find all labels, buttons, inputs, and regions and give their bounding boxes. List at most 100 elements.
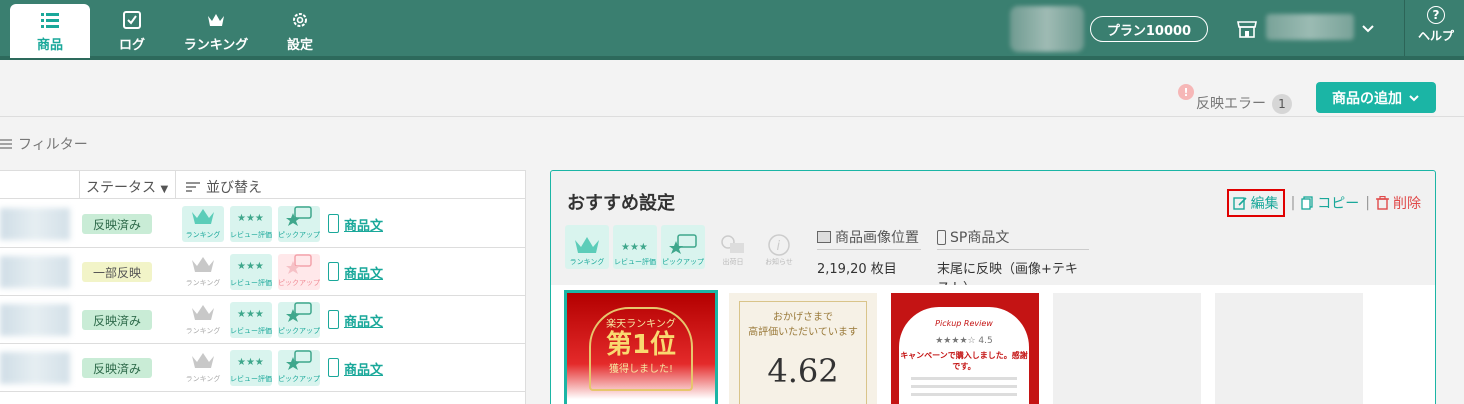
copy-button[interactable]: コピー: [1301, 193, 1359, 213]
checkbox-icon: [123, 10, 141, 29]
crown-icon: [189, 302, 217, 326]
pickup-badge[interactable]: ピックアップ: [278, 206, 320, 242]
product-name[interactable]: [0, 304, 70, 336]
smartphone-icon: [328, 214, 339, 233]
product-table: ステータス ▼ 並び替え 反映済み ランキング ★★★ レビュー評価 ピックアップ 商品文…: [0, 170, 526, 404]
ranking-badge[interactable]: ランキング: [182, 206, 224, 242]
panel-badge-release: 出荷日: [711, 225, 755, 269]
pickup-card: Pickup Review ★★★★☆ 4.5 キャンペーンで購入しました。感謝…: [899, 307, 1029, 404]
thumbnail-empty[interactable]: [1215, 293, 1363, 404]
pickup-star-icon: [285, 302, 313, 326]
ranking-emblem: 楽天ランキング 第1位 獲得しました!: [589, 307, 693, 391]
product-name[interactable]: [0, 256, 70, 288]
delete-button[interactable]: 削除: [1376, 193, 1421, 213]
image-position-label: 商品画像位置: [835, 230, 919, 246]
nav-divider: [1404, 0, 1405, 56]
pickup-star-icon: [285, 350, 313, 374]
pickup-badge[interactable]: ピックアップ: [278, 254, 320, 290]
badge-label: ランキング: [185, 231, 221, 239]
tab-products[interactable]: 商品: [10, 4, 90, 58]
table-row[interactable]: 反映済み ランキング ★★★ レビュー評価 ピックアップ 商品文: [0, 296, 526, 344]
chevron-down-icon[interactable]: [1360, 20, 1376, 36]
ranking-badge[interactable]: ランキング: [182, 350, 224, 386]
add-product-button[interactable]: 商品の追加: [1316, 82, 1436, 113]
shop-icon[interactable]: [1236, 18, 1258, 40]
table-row[interactable]: 一部反映 ランキング ★★★ レビュー評価 ピックアップ 商品文: [0, 248, 526, 296]
stars-icon: ★★★: [237, 350, 265, 374]
panel-badge-ranking: ランキング: [565, 225, 609, 269]
smartphone-icon: [328, 262, 339, 281]
user-avatar[interactable]: [1010, 6, 1084, 52]
panel-badge-review: ★★★ レビュー評価: [613, 225, 657, 269]
review-badge[interactable]: ★★★ レビュー評価: [230, 302, 272, 338]
filter-label: フィルター: [18, 137, 88, 153]
badge-label: レビュー評価: [230, 279, 272, 287]
thumbnail-ranking[interactable]: 楽天ランキング 第1位 獲得しました!: [564, 290, 718, 404]
gear-icon: [293, 12, 307, 27]
panel-title: おすすめ設定: [567, 193, 675, 214]
tab-settings[interactable]: 設定: [260, 4, 340, 58]
badge-label: ランキング: [185, 327, 221, 335]
thumbnail-review-score[interactable]: おかげさまで 高評価いただいています 4.62: [729, 293, 877, 404]
product-name[interactable]: [0, 352, 70, 384]
product-text-link[interactable]: 商品文: [344, 263, 383, 282]
pickup-star-icon: [669, 234, 697, 254]
separator: |: [1365, 195, 1370, 211]
review-score: 4.62: [767, 352, 839, 390]
stars-icon: ★★★: [237, 206, 265, 230]
filter-button[interactable]: フィルター: [0, 134, 88, 154]
help-label: ヘルプ: [1417, 29, 1454, 43]
badge-label: レビュー評価: [614, 258, 656, 266]
edit-icon: [1232, 197, 1247, 210]
table-row[interactable]: 反映済みランキング ★★★ レビュー評価 ピックアップ 商品文: [0, 200, 526, 248]
review-badge[interactable]: ★★★ レビュー評価: [230, 254, 272, 290]
status-header-label: ステータス: [86, 180, 156, 196]
table-header: ステータス ▼ 並び替え: [0, 171, 526, 199]
review-badge[interactable]: ★★★ レビュー評価: [230, 350, 272, 386]
help-button[interactable]: ? ヘルプ: [1408, 6, 1464, 50]
smartphone-icon: [328, 358, 339, 377]
product-text-link[interactable]: 商品文: [344, 215, 383, 234]
stars-icon: ★★★: [621, 242, 648, 253]
thumbnail-text: 第1位: [605, 330, 677, 360]
error-label: 反映エラー: [1196, 96, 1266, 112]
sort-button[interactable]: 並び替え: [186, 177, 262, 197]
badge-label: ピックアップ: [278, 231, 320, 239]
status-column-header[interactable]: ステータス ▼: [86, 177, 168, 197]
badge-label: ピックアップ: [278, 375, 320, 383]
text-lines: [899, 377, 1029, 396]
chevron-down-icon: [1409, 94, 1419, 101]
stars-icon: ★★★: [237, 254, 265, 278]
shop-name[interactable]: [1266, 14, 1354, 40]
crown-icon: [575, 237, 599, 253]
question-icon: ?: [1427, 6, 1445, 24]
product-text-link[interactable]: 商品文: [344, 359, 383, 378]
badge-label: お知らせ: [765, 258, 793, 266]
tab-log[interactable]: ログ: [92, 4, 172, 58]
reflect-error-indicator[interactable]: ! 反映エラー 1: [1178, 84, 1292, 114]
crown-icon: [189, 206, 217, 230]
image-position-setting: 商品画像位置 2,19,20 枚目: [817, 227, 921, 277]
tab-products-label: 商品: [36, 37, 63, 53]
ranking-badge[interactable]: ランキング: [182, 302, 224, 338]
thumbnail-text: 獲得しました!: [608, 364, 673, 375]
edit-button[interactable]: 編集: [1226, 189, 1285, 217]
sort-label: 並び替え: [206, 180, 262, 196]
pickup-badge[interactable]: ピックアップ: [278, 350, 320, 386]
product-text-link[interactable]: 商品文: [344, 311, 383, 330]
panel-actions: 編集 | コピー | 削除: [1226, 189, 1421, 217]
pickup-badge[interactable]: ピックアップ: [278, 302, 320, 338]
badge-label: レビュー評価: [230, 231, 272, 239]
image-thumbnails: 楽天ランキング 第1位 獲得しました! おかげさまで 高評価いただいています 4…: [551, 285, 1435, 404]
plan-badge[interactable]: プラン10000: [1090, 16, 1208, 42]
thumbnail-text: Pickup Review: [935, 319, 993, 328]
thumbnail-pickup-review[interactable]: Pickup Review ★★★★☆ 4.5 キャンペーンで購入しました。感謝…: [891, 293, 1039, 404]
table-row[interactable]: 反映済み ランキング ★★★ レビュー評価 ピックアップ 商品文: [0, 344, 526, 392]
thumbnail-empty[interactable]: [1053, 293, 1201, 404]
review-badge[interactable]: ★★★ レビュー評価: [230, 206, 272, 242]
product-name[interactable]: [0, 208, 70, 240]
ranking-badge[interactable]: ランキング: [182, 254, 224, 290]
tab-ranking[interactable]: ランキング: [176, 4, 256, 58]
review-frame: おかげさまで 高評価いただいています 4.62: [739, 301, 867, 404]
status-badge: 反映済み: [82, 214, 152, 234]
